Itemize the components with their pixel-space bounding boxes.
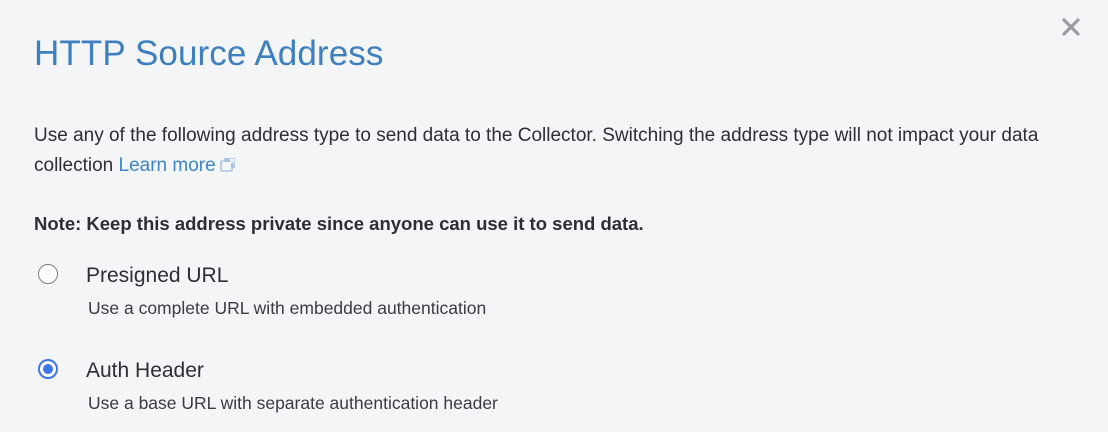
close-button[interactable] <box>1058 14 1084 40</box>
external-link-icon <box>219 158 235 172</box>
auth-header-radio[interactable] <box>38 359 58 379</box>
address-type-dialog: HTTP Source Address Use any of the follo… <box>0 0 1108 432</box>
presigned-url-description: Use a complete URL with embedded authent… <box>88 298 487 318</box>
presigned-url-label: Presigned URL <box>86 264 229 287</box>
presigned-url-text: Presigned URL Use a complete URL with em… <box>86 263 486 319</box>
learn-more-link[interactable]: Learn more <box>119 155 236 176</box>
presigned-url-option[interactable]: Presigned URL Use a complete URL with em… <box>38 263 486 319</box>
presigned-url-radio[interactable] <box>38 264 58 284</box>
auth-header-description: Use a base URL with separate authenticat… <box>88 393 498 413</box>
auth-header-text: Auth Header Use a base URL with separate… <box>86 358 498 414</box>
close-icon <box>1062 18 1080 36</box>
privacy-note: Note: Keep this address private since an… <box>34 213 644 234</box>
auth-header-option[interactable]: Auth Header Use a base URL with separate… <box>38 358 498 414</box>
auth-header-label: Auth Header <box>86 359 204 382</box>
dialog-title: HTTP Source Address <box>34 34 384 73</box>
learn-more-label: Learn more <box>118 155 216 176</box>
dialog-description: Use any of the following address type to… <box>34 121 1064 181</box>
